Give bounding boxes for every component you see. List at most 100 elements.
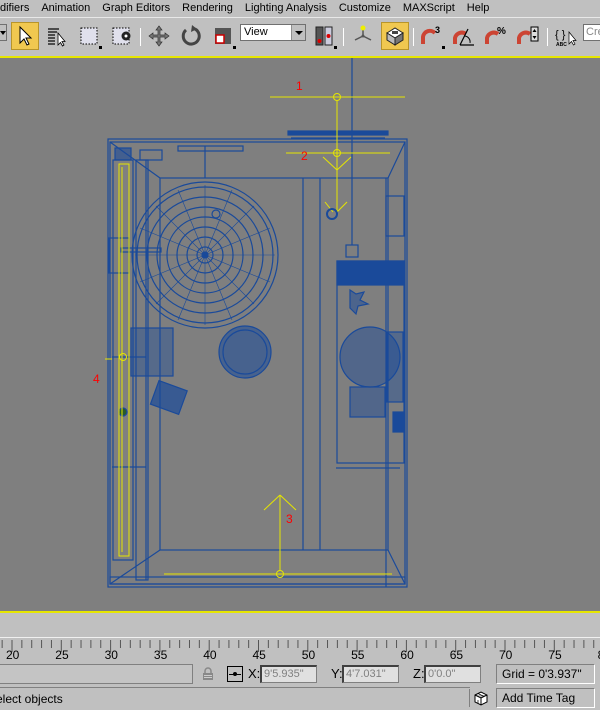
cube-icon[interactable] [473,690,489,706]
add-time-tag-button[interactable]: Add Time Tag [496,688,595,708]
tick-label: 75 [548,648,562,662]
abc-label: ABC [556,42,567,48]
snaps-toggle-button[interactable]: 3 [418,22,446,50]
window-crossing-button[interactable] [108,22,136,50]
cursor-arrow-icon [19,25,33,46]
x-label: X: [248,666,261,681]
pivot-center-icon [315,26,333,46]
menu-modifiers[interactable]: difiers [0,1,35,15]
tick-label: 30 [105,648,119,662]
menu-lighting-analysis[interactable]: Lighting Analysis [239,1,333,15]
manipulate-icon [354,25,372,41]
y-coordinate-field[interactable]: 4'7.031" [342,665,399,683]
status-bar: elect objects Add Time Tag [0,686,600,710]
time-ruler-ticks: 2025303540455055606570758 [1,640,600,662]
label-4: 4 [93,372,100,386]
tick-label: 35 [154,648,168,662]
track-bar[interactable] [0,615,600,637]
edit-named-selection-button[interactable]: { } ABC [552,22,580,50]
keyboard-shortcut-override-button[interactable] [381,22,409,50]
angle-snap-icon [453,28,474,46]
select-and-scale-button[interactable] [209,22,237,50]
coordinate-row: X: 9'5.935" Y: 4'7.031" Z: 0'0.0" Grid =… [0,662,600,686]
label-3: 3 [286,512,293,526]
flyout-indicator [99,46,102,49]
select-by-name-button[interactable] [43,22,71,50]
reference-coordinate-value: View [244,26,268,38]
armchair [130,327,174,377]
menu-rendering[interactable]: Rendering [176,1,239,15]
x-coordinate-field[interactable]: 9'5.935" [260,665,317,683]
menu-maxscript[interactable]: MAXScript [397,1,461,15]
flyout-indicator [233,46,236,49]
right-cabinet-top [336,260,405,286]
percent-snap-button[interactable]: % [482,22,510,50]
main-toolbar: View 3 % { }ABC Cre [0,17,600,54]
snap-3-label: 3 [435,25,440,35]
tick-label: 50 [302,648,316,662]
move-arrows-icon [148,25,170,47]
top-viewport[interactable]: 1 2 3 4 [0,56,600,613]
select-and-rotate-button[interactable] [177,22,205,50]
menu-bar: difiers Animation Graph Editors Renderin… [0,0,600,16]
round-table [218,325,272,379]
use-pivot-center-button[interactable] [310,22,338,50]
select-by-name-icon [48,28,66,47]
selection-filter-dropdown[interactable] [0,24,7,41]
status-divider [0,687,470,688]
flyout-indicator [442,46,445,49]
grid-size-display: Grid = 0'3.937" [496,664,595,684]
maxscript-listener-box[interactable] [0,664,193,684]
z-coordinate-field[interactable]: 0'0.0" [424,665,481,683]
rectangle-selection-icon [80,27,98,45]
reference-coordinate-dropdown[interactable]: View [240,24,306,41]
toolbar-separator [343,28,344,46]
menu-animation[interactable]: Animation [35,1,96,15]
tick-label: 55 [351,648,365,662]
menu-help[interactable]: Help [461,1,496,15]
percent-label: % [497,26,506,37]
named-selection-placeholder: Cre [586,26,600,38]
time-ruler[interactable]: 2025303540455055606570758 [0,637,600,662]
tick-label: 25 [55,648,69,662]
named-selection-icon: { }ABC [555,29,577,48]
named-selection-input[interactable]: Cre [583,24,600,41]
tick-label: 70 [499,648,513,662]
scale-icon [215,28,231,44]
status-separator [469,689,470,707]
flyout-indicator [334,46,337,49]
plant [349,288,370,316]
angle-snap-button[interactable] [450,22,478,50]
tick-label: 40 [203,648,217,662]
tick-label: 60 [400,648,414,662]
y-label: Y: [331,666,343,681]
select-and-manipulate-button[interactable] [349,22,377,50]
toolbar-separator [140,28,141,46]
chevron-down-icon [291,25,305,40]
label-1: 1 [296,79,303,93]
window-crossing-icon [112,27,131,45]
label-2: 2 [301,149,308,163]
viewport-scene: 1 2 3 4 [93,58,408,588]
menu-graph-editors[interactable]: Graph Editors [96,1,176,15]
spinner-snap-button[interactable] [514,22,542,50]
rectangular-selection-button[interactable] [75,22,103,50]
keyboard-override-icon [386,27,404,46]
scene-wireframe [107,58,408,588]
z-label: Z: [413,666,425,681]
menu-customize[interactable]: Customize [333,1,397,15]
select-object-button[interactable] [11,22,39,50]
tick-label: 20 [6,648,20,662]
prompt-line: elect objects [0,692,63,706]
spinner-snap-icon [517,26,539,44]
window-top [287,130,389,136]
toolbar-separator [413,28,414,46]
absolute-mode-toggle[interactable] [227,666,243,682]
magnet-snap-icon: 3 [421,25,440,44]
tick-label: 45 [253,648,267,662]
tick-label: 65 [450,648,464,662]
percent-snap-icon: % [485,26,506,44]
select-and-move-button[interactable] [145,22,173,50]
ottoman [149,379,188,416]
selection-lock-icon[interactable] [202,667,214,681]
